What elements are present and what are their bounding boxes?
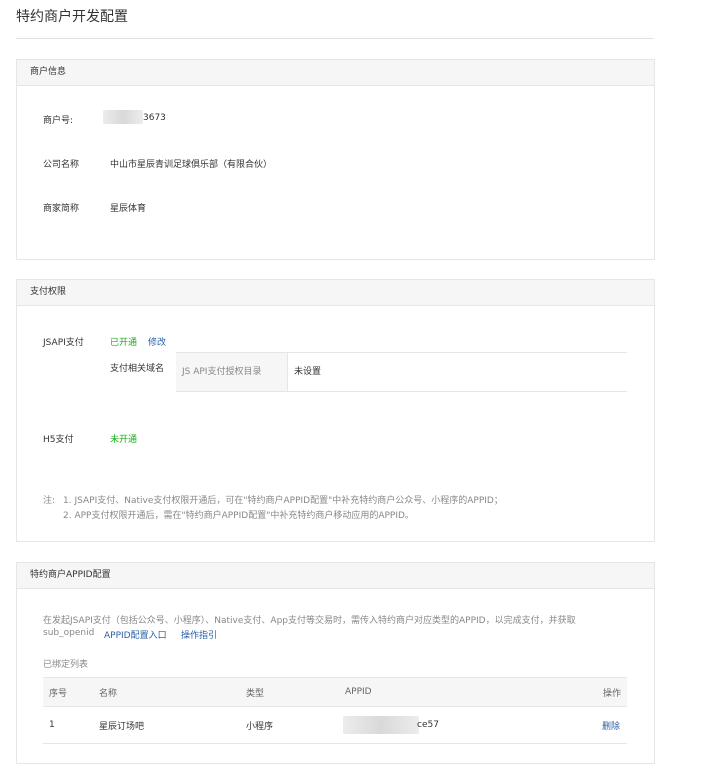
appid-config-panel: 特约商户APPID配置 在发起JSAPI支付（包括公众号、小程序）、Native…	[16, 562, 655, 764]
appid-mask	[343, 716, 419, 734]
col-type: 类型	[246, 688, 265, 699]
company-name-label: 公司名称	[43, 160, 80, 170]
appid-desc-line-2: sub_openid	[43, 628, 95, 638]
title-divider	[16, 38, 654, 39]
row-index: 1	[49, 720, 55, 730]
notes-prefix: 注:	[43, 496, 56, 506]
payment-permission-panel: 支付权限 JSAPI支付 已开通 修改 支付相关域名 JS API支付授权目录 …	[16, 279, 655, 542]
merchant-id-value: 3673	[143, 113, 166, 123]
row-type: 小程序	[246, 721, 274, 732]
bound-list-title: 已绑定列表	[43, 660, 89, 670]
domain-table-value: 未设置	[294, 367, 322, 377]
operation-guide-link[interactable]: 操作指引	[181, 628, 217, 641]
merchant-info-panel: 商户信息 商户号: 3673 公司名称 中山市星辰青训足球俱乐部（有限合伙） 商…	[16, 59, 655, 260]
short-name-value: 星辰体育	[110, 204, 147, 214]
jsapi-status: 已开通	[110, 338, 138, 348]
row-name: 星辰订场吧	[99, 721, 145, 732]
page-title: 特约商户开发配置	[16, 9, 128, 25]
h5-status: 未开通	[110, 435, 138, 445]
row-appid: ce57	[417, 720, 439, 730]
notes-line-2: 2. APP支付权限开通后，需在"特约商户APPID配置"中补充特约商户移动应用…	[63, 511, 414, 521]
delete-link[interactable]: 删除	[602, 707, 620, 743]
jsapi-modify-link[interactable]: 修改	[148, 335, 166, 348]
col-index: 序号	[49, 688, 68, 699]
bound-list-header: 序号 名称 类型 APPID 操作	[43, 677, 627, 707]
short-name-label: 商家简称	[43, 204, 80, 214]
col-appid: APPID	[345, 687, 372, 697]
domain-table: JS API支付授权目录 未设置	[176, 352, 627, 392]
jsapi-label: JSAPI支付	[43, 338, 84, 348]
payment-permission-heading: 支付权限	[17, 280, 654, 306]
appid-config-heading: 特约商户APPID配置	[17, 563, 654, 589]
col-action: 操作	[603, 688, 622, 699]
appid-entry-link[interactable]: APPID配置入口	[104, 628, 167, 641]
merchant-info-heading: 商户信息	[17, 60, 654, 86]
merchant-id-mask	[103, 110, 143, 124]
col-name: 名称	[99, 688, 118, 699]
appid-desc-line-1: 在发起JSAPI支付（包括公众号、小程序）、Native支付、App支付等交易时…	[43, 616, 576, 626]
merchant-id-label: 商户号:	[43, 116, 74, 126]
table-row: 1 星辰订场吧 小程序 ce57 删除	[43, 707, 627, 744]
domain-label: 支付相关域名	[110, 364, 165, 374]
company-name-value: 中山市星辰青训足球俱乐部（有限合伙）	[110, 160, 273, 170]
domain-table-header: JS API支付授权目录	[176, 353, 288, 391]
notes-line-1: 1. JSAPI支付、Native支付权限开通后，可在"特约商户APPID配置"…	[63, 496, 503, 506]
h5-label: H5支付	[43, 435, 74, 445]
